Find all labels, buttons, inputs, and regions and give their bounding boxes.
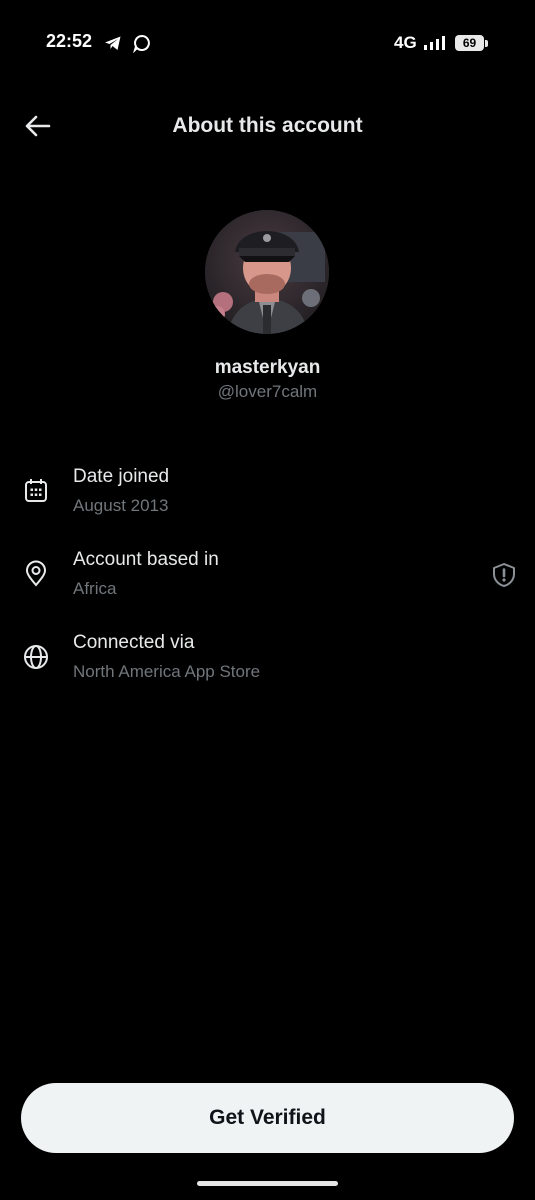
location-pin-icon [20, 558, 52, 590]
avatar[interactable] [205, 210, 329, 334]
account-based-value: Africa [73, 579, 117, 598]
user-handle: @lover7calm [217, 382, 318, 401]
connected-via-label: Connected via [73, 632, 195, 653]
chat-bubble-icon [132, 33, 152, 54]
page-title: About this account [172, 114, 363, 137]
date-joined-value: August 2013 [73, 496, 169, 515]
get-verified-button[interactable]: Get Verified [21, 1083, 514, 1153]
display-name: masterkyan [214, 357, 321, 378]
home-indicator[interactable] [197, 1181, 338, 1186]
status-time: 22:52 [46, 31, 93, 51]
battery-icon: 69 [455, 35, 484, 51]
calendar-icon [20, 475, 52, 507]
battery-cap [485, 40, 488, 47]
connected-via-value: North America App Store [73, 662, 261, 681]
globe-icon [20, 641, 52, 673]
network-type: 4G [394, 33, 417, 52]
shield-alert-icon[interactable] [488, 559, 520, 591]
battery-level: 69 [462, 36, 477, 50]
telegram-icon [103, 33, 123, 53]
date-joined-label: Date joined [73, 466, 170, 487]
signal-icon [423, 35, 449, 51]
account-based-label: Account based in [73, 549, 219, 570]
